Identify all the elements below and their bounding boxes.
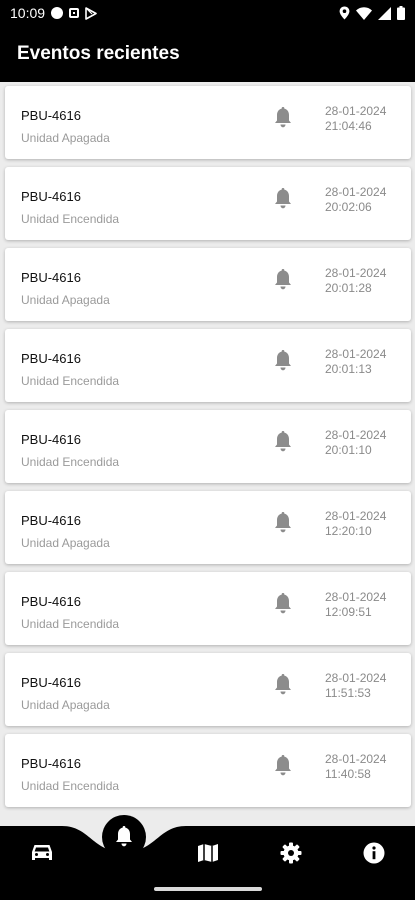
bell-icon [273, 188, 293, 210]
event-date: 28-01-2024 [325, 752, 387, 766]
event-time: 11:40:58 [325, 767, 371, 781]
bell-icon [273, 269, 293, 291]
event-plate: PBU-4616 [21, 189, 81, 204]
event-date: 28-01-2024 [325, 104, 387, 118]
event-description: Unidad Apagada [21, 293, 110, 307]
page-title: Eventos recientes [17, 43, 180, 64]
bell-icon [273, 350, 293, 372]
event-card[interactable]: PBU-4616 Unidad Apagada 28-01-2024 20:01:28 [5, 248, 411, 321]
event-card[interactable]: PBU-4616 Unidad Apagada 28-01-2024 11:51:53 [5, 653, 411, 726]
app-bar: Eventos recientes [0, 26, 415, 82]
nav-info[interactable] [359, 838, 389, 868]
notification-dot-icon [51, 7, 64, 19]
event-time: 20:01:13 [325, 362, 372, 376]
event-card[interactable]: PBU-4616 Unidad Encendida 28-01-2024 11:40:… [5, 734, 411, 807]
battery-icon [397, 6, 405, 20]
event-date: 28-01-2024 [325, 347, 387, 361]
bell-icon [116, 826, 132, 847]
square-app-icon [69, 8, 80, 18]
event-time: 12:09:51 [325, 605, 372, 619]
wifi-icon [356, 6, 372, 20]
bell-icon [273, 107, 293, 129]
info-icon [363, 842, 385, 864]
bell-icon [273, 674, 293, 696]
bell-icon [273, 512, 293, 534]
event-time: 12:20:10 [325, 524, 372, 538]
map-icon [198, 844, 218, 862]
event-date: 28-01-2024 [325, 590, 387, 604]
status-left: 10:09 [10, 5, 97, 21]
event-plate: PBU-4616 [21, 594, 81, 609]
signal-icon [378, 6, 391, 20]
event-time: 21:04:46 [325, 119, 372, 133]
car-icon [32, 845, 52, 860]
event-date: 28-01-2024 [325, 671, 387, 685]
bell-icon [273, 755, 293, 777]
bell-icon [273, 593, 293, 615]
event-card[interactable]: PBU-4616 Unidad Encendida 28-01-2024 20:01:… [5, 410, 411, 483]
event-plate: PBU-4616 [21, 675, 81, 690]
event-description: Unidad Encendida [21, 455, 120, 469]
event-card[interactable]: PBU-4616 Unidad Encendida 28-01-2024 20:02:… [5, 167, 411, 240]
event-description: Unidad Apagada [21, 131, 110, 145]
event-description: Unidad Encendida [21, 779, 120, 793]
event-card[interactable]: PBU-4616 Unidad Apagada 28-01-2024 21:04:46 [5, 86, 411, 159]
event-date: 28-01-2024 [325, 428, 387, 442]
event-time: 20:02:06 [325, 200, 372, 214]
nav-settings[interactable] [276, 838, 306, 868]
event-plate: PBU-4616 [21, 756, 81, 771]
event-card[interactable]: PBU-4616 Unidad Apagada 28-01-2024 12:20:10 [5, 491, 411, 564]
event-description: Unidad Encendida [21, 212, 120, 226]
event-time: 20:01:28 [325, 281, 372, 295]
event-plate: PBU-4616 [21, 270, 81, 285]
event-list[interactable]: PBU-4616 Unidad Apagada 28-01-2024 21:04:46… [0, 82, 415, 826]
event-card[interactable]: PBU-4616 Unidad Encendida 28-01-2024 12:09:… [5, 572, 411, 645]
event-time: 20:01:10 [325, 443, 372, 457]
event-description: Unidad Apagada [21, 698, 110, 712]
event-date: 28-01-2024 [325, 509, 387, 523]
play-store-icon [85, 6, 97, 20]
nav-map[interactable] [193, 838, 223, 868]
event-description: Unidad Apagada [21, 536, 110, 550]
nav-vehicles[interactable] [27, 838, 57, 868]
bell-icon [273, 431, 293, 453]
gear-icon [280, 842, 302, 864]
event-description: Unidad Encendida [21, 617, 120, 631]
status-time: 10:09 [10, 5, 46, 21]
event-date: 28-01-2024 [325, 266, 387, 280]
event-card[interactable]: PBU-4616 Unidad Encendida 28-01-2024 20:01:… [5, 329, 411, 402]
status-right [339, 6, 405, 20]
gesture-bar[interactable] [154, 887, 262, 891]
event-date: 28-01-2024 [325, 185, 387, 199]
event-description: Unidad Encendida [21, 374, 120, 388]
nav-events[interactable] [102, 815, 146, 859]
event-plate: PBU-4616 [21, 108, 81, 123]
status-bar: 10:09 [0, 0, 415, 26]
event-plate: PBU-4616 [21, 351, 81, 366]
location-icon [339, 6, 350, 20]
event-plate: PBU-4616 [21, 432, 81, 447]
event-time: 11:51:53 [325, 686, 371, 700]
event-plate: PBU-4616 [21, 513, 81, 528]
